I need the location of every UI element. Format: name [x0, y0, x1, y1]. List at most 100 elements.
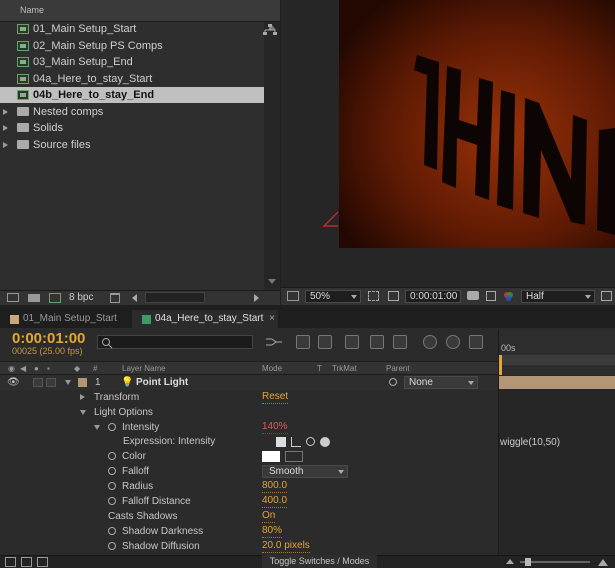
shadow-diffusion-value[interactable]: 20.0 pixels [262, 540, 310, 553]
parent-pickwhip-icon[interactable] [389, 378, 397, 386]
falloff-row[interactable]: Falloff Smooth [0, 464, 498, 479]
project-comp-item[interactable]: 02_Main Setup PS Comps [0, 38, 264, 54]
lock-icon[interactable]: ▪ [47, 364, 50, 373]
project-comp-item[interactable]: 01_Main Setup_Start [0, 21, 264, 37]
falloff-distance-row[interactable]: Falloff Distance 400.0 [0, 494, 498, 509]
toggle-switches-modes-button[interactable]: Toggle Switches / Modes [262, 555, 377, 568]
casts-shadows-row[interactable]: Casts Shadows On [0, 509, 498, 524]
solo-switch[interactable] [33, 378, 43, 387]
project-comp-item[interactable]: 04b_Here_to_stay_End [0, 87, 264, 103]
stopwatch-icon[interactable] [108, 423, 116, 431]
audio-icon[interactable]: ◀ [20, 364, 26, 373]
stopwatch-icon[interactable] [108, 482, 116, 490]
project-comp-item[interactable]: 04a_Here_to_stay_Start [0, 71, 264, 87]
trash-icon[interactable] [110, 293, 120, 303]
reset-link[interactable]: Reset [262, 391, 289, 404]
show-snapshot-icon[interactable] [486, 291, 496, 301]
work-area-bar[interactable] [499, 355, 615, 365]
eyedropper-icon[interactable] [285, 451, 303, 462]
scroll-left-icon[interactable] [132, 294, 137, 302]
label-tag-icon[interactable]: ◆ [74, 364, 80, 373]
graph-editor-icon[interactable] [469, 335, 483, 349]
collapse-intensity-icon[interactable] [94, 425, 100, 430]
region-of-interest-icon[interactable] [601, 291, 612, 301]
project-folder-item[interactable]: Nested comps [0, 104, 264, 120]
layer-switches-pane-icon[interactable] [5, 557, 16, 567]
timeline-tab[interactable]: 01_Main Setup_Start [0, 310, 128, 328]
comp-mini-flowchart-icon[interactable] [265, 335, 283, 349]
scroll-right-icon[interactable] [254, 294, 259, 302]
resolution-dropdown[interactable]: Half [521, 290, 595, 303]
live-update-icon[interactable] [296, 335, 310, 349]
new-folder-icon[interactable] [28, 294, 40, 302]
expand-folder-icon[interactable] [3, 125, 8, 131]
intensity-row[interactable]: Intensity 140% [0, 420, 498, 435]
stopwatch-icon[interactable] [108, 542, 116, 550]
in-out-pane-icon[interactable] [37, 557, 48, 567]
close-tab-icon[interactable]: × [269, 310, 275, 328]
light-gizmo-icon[interactable] [322, 210, 342, 228]
falloff-distance-value[interactable]: 400.0 [262, 495, 288, 508]
stopwatch-icon[interactable] [108, 467, 116, 475]
visibility-eye-icon[interactable]: 👁 [7, 375, 20, 390]
project-folder-item[interactable]: Solids [0, 120, 264, 136]
interpret-footage-icon[interactable] [7, 293, 19, 302]
light-options-group-row[interactable]: Light Options [0, 405, 498, 420]
color-swatch[interactable] [262, 451, 280, 462]
project-folder-item[interactable]: Source files [0, 137, 264, 153]
new-comp-icon[interactable] [49, 293, 61, 303]
expression-graph-icon[interactable] [291, 437, 301, 447]
expand-folder-icon[interactable] [3, 141, 8, 148]
expression-row[interactable]: Expression: Intensity [0, 434, 498, 449]
motion-blur-icon[interactable] [393, 335, 407, 349]
label-color-swatch[interactable] [78, 378, 87, 387]
transfer-controls-pane-icon[interactable] [21, 557, 32, 567]
draft-3d-icon[interactable] [318, 335, 332, 349]
magnification-dropdown[interactable]: 50% [305, 290, 361, 303]
stopwatch-icon[interactable] [108, 527, 116, 535]
channel-icon[interactable] [503, 291, 514, 302]
expand-transform-icon[interactable] [80, 394, 85, 400]
expression-language-menu-icon[interactable] [320, 437, 330, 447]
project-column-header[interactable]: Name [0, 0, 280, 22]
timeline-current-time[interactable]: 0:00:01:00 [12, 330, 85, 347]
intensity-value[interactable]: 140% [262, 421, 288, 434]
zoom-out-icon[interactable] [506, 559, 514, 564]
layer-name[interactable]: Point Light [136, 375, 188, 390]
stopwatch-icon[interactable] [108, 497, 116, 505]
radius-row[interactable]: Radius 800.0 [0, 479, 498, 494]
zoom-in-icon[interactable] [598, 559, 608, 566]
shadow-diffusion-row[interactable]: Shadow Diffusion 20.0 pixels [0, 539, 498, 554]
flowchart-icon[interactable] [263, 24, 277, 36]
auto-keyframe-icon[interactable] [446, 335, 460, 349]
time-indicator[interactable] [499, 355, 502, 375]
casts-shadows-value[interactable]: On [262, 510, 276, 523]
eye-icon[interactable]: ◉ [8, 364, 15, 373]
scroll-down-icon[interactable] [268, 279, 276, 284]
project-comp-item[interactable]: 03_Main Setup_End [0, 54, 264, 70]
expression-pickwhip-icon[interactable] [306, 437, 315, 446]
time-zoom-handle[interactable] [525, 558, 531, 566]
time-ruler[interactable]: 00s [498, 330, 615, 375]
parent-dropdown[interactable]: None [404, 376, 478, 389]
collapse-light-options-icon[interactable] [80, 410, 86, 415]
transform-group-row[interactable]: Transform Reset [0, 390, 498, 405]
expand-folder-icon[interactable] [3, 108, 8, 115]
horizontal-scrollbar[interactable] [145, 292, 205, 303]
layer-search-input[interactable] [97, 335, 253, 349]
layer-row-point-light[interactable]: 👁 1 💡 Point Light None [0, 375, 498, 390]
brainstorm-icon[interactable] [423, 335, 437, 349]
stopwatch-icon[interactable] [108, 452, 116, 460]
expression-text[interactable]: wiggle(10,50) [500, 437, 560, 448]
hide-shy-layers-icon[interactable] [345, 335, 359, 349]
color-row[interactable]: Color [0, 449, 498, 464]
frame-blending-icon[interactable] [370, 335, 384, 349]
layer-name-column-label[interactable]: Layer Name [122, 364, 166, 373]
lock-switch[interactable] [46, 378, 56, 387]
toggle-mask-icon[interactable] [388, 291, 399, 301]
solo-icon[interactable]: ● [34, 364, 39, 373]
grid-guide-icon[interactable] [368, 291, 379, 301]
timeline-track-area[interactable] [498, 375, 615, 555]
bit-depth-label[interactable]: 8 bpc [69, 292, 93, 303]
shadow-darkness-value[interactable]: 80% [262, 525, 283, 538]
